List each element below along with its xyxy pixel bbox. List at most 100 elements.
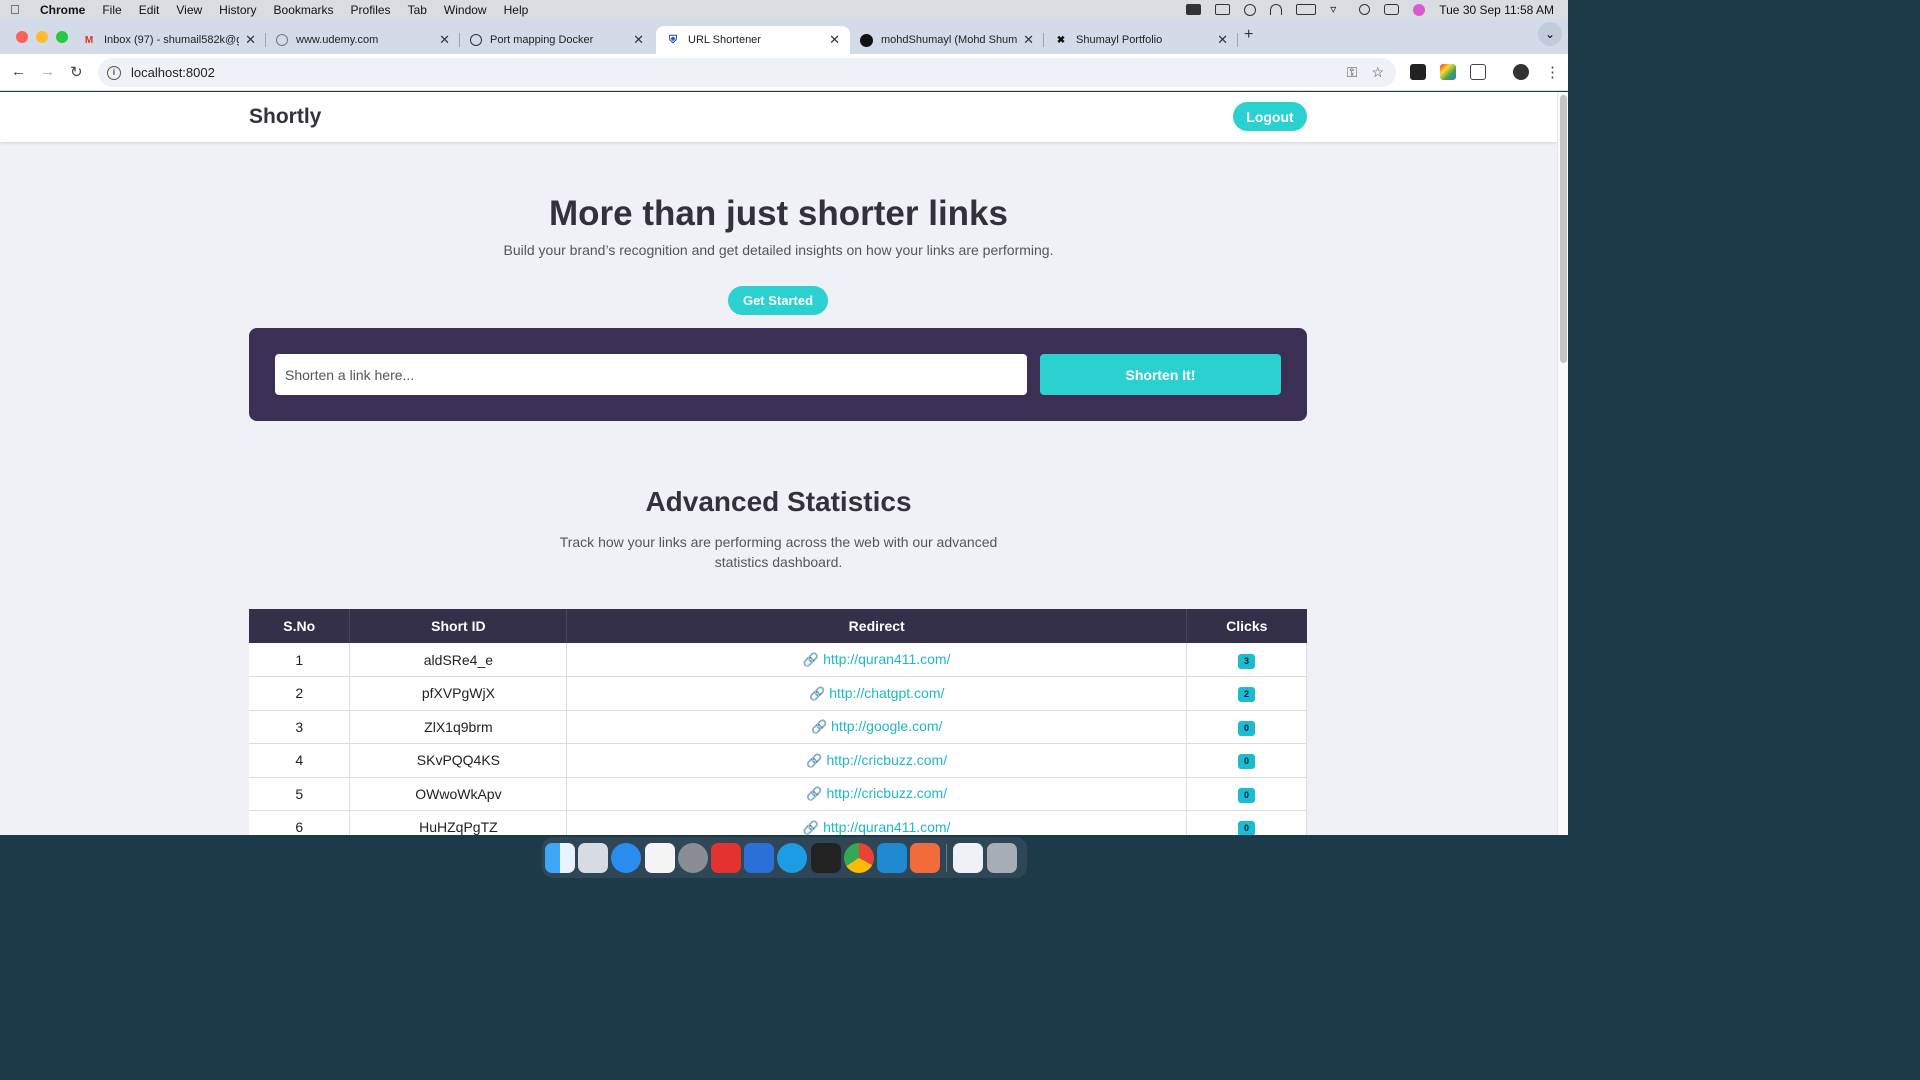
extension-colorpicker-icon[interactable] bbox=[1440, 64, 1456, 80]
hero-title: More than just shorter links bbox=[549, 194, 1008, 233]
close-tab-icon[interactable]: ✕ bbox=[829, 32, 840, 48]
site-info-icon[interactable]: i bbox=[107, 65, 121, 80]
apple-icon[interactable]:  bbox=[10, 2, 24, 17]
shield-icon: ⛨ bbox=[668, 33, 678, 46]
tab-portfolio[interactable]: ✖ Shumayl Portfolio ✕ bbox=[1044, 26, 1238, 54]
column-header-clicks: Clicks bbox=[1186, 609, 1307, 643]
cell-sno: 4 bbox=[249, 743, 351, 778]
tab-title: www.udemy.com bbox=[296, 34, 379, 46]
redirect-link[interactable]: http://chatgpt.com/ bbox=[829, 685, 944, 701]
anydesk-icon[interactable] bbox=[710, 842, 741, 873]
back-arrow-icon[interactable]: ← bbox=[11, 63, 26, 80]
vscode-icon[interactable] bbox=[876, 842, 907, 873]
redirect-link[interactable]: http://quran411.com/ bbox=[823, 651, 950, 667]
siri-icon[interactable] bbox=[1413, 3, 1426, 16]
docker-status-icon[interactable] bbox=[1186, 4, 1202, 15]
tab-title: Shumayl Portfolio bbox=[1076, 34, 1163, 46]
close-tab-icon[interactable]: ✕ bbox=[245, 32, 256, 48]
menu-bookmarks[interactable]: Bookmarks bbox=[274, 3, 334, 17]
macos-menu-bar:  Chrome File Edit View History Bookmark… bbox=[0, 0, 1568, 19]
extensions-puzzle-icon[interactable] bbox=[1470, 64, 1486, 80]
table-row: 2 pfXVPgWjX 🔗 http://chatgpt.com/ 2 bbox=[249, 676, 1307, 711]
tab-github[interactable]: mohdShumayl (Mohd Shumay ✕ bbox=[850, 26, 1044, 54]
new-tab-plus-icon[interactable]: + bbox=[1244, 26, 1253, 44]
launchpad-icon[interactable] bbox=[578, 842, 609, 873]
close-window-button[interactable] bbox=[16, 31, 28, 43]
menu-profiles[interactable]: Profiles bbox=[351, 3, 391, 17]
table-row: 6 HuHZqPgTZ 🔗 http://quran411.com/ 0 bbox=[249, 810, 1307, 835]
password-key-icon[interactable]: ⚿ bbox=[1347, 64, 1358, 81]
tab-search-chevron-icon[interactable]: ⌄ bbox=[1538, 22, 1562, 46]
play-icon[interactable] bbox=[1244, 3, 1257, 16]
extension-password-icon[interactable] bbox=[1410, 64, 1426, 80]
get-started-button[interactable]: Get Started bbox=[728, 286, 828, 315]
link-icon: 🔗 bbox=[806, 786, 823, 802]
forward-arrow-icon[interactable]: → bbox=[40, 63, 55, 80]
postman-icon[interactable] bbox=[910, 842, 941, 873]
address-bar[interactable]: i localhost:8002 ⚿ ☆ bbox=[98, 58, 1396, 87]
address-url[interactable]: localhost:8002 bbox=[131, 65, 215, 80]
docker-icon[interactable] bbox=[777, 842, 808, 873]
close-tab-icon[interactable]: ✕ bbox=[1023, 32, 1034, 48]
cell-clicks: 0 bbox=[1186, 710, 1307, 744]
browser-tab-strip: M Inbox (97) - shumail582k@gm ✕ www.udem… bbox=[0, 19, 1568, 54]
clicks-badge: 2 bbox=[1238, 687, 1256, 703]
site-logo[interactable]: Shortly bbox=[249, 105, 321, 129]
redirect-link[interactable]: http://quran411.com/ bbox=[823, 819, 950, 835]
finder-icon[interactable] bbox=[545, 842, 575, 873]
menu-window[interactable]: Window bbox=[444, 3, 487, 17]
cell-redirect: 🔗 http://quran411.com/ bbox=[566, 810, 1188, 835]
tab-url-shortener[interactable]: ⛨ URL Shortener ✕ bbox=[656, 26, 850, 54]
scrollbar-thumb[interactable] bbox=[1560, 95, 1567, 363]
shorten-url-input[interactable] bbox=[275, 354, 1027, 395]
menu-tab[interactable]: Tab bbox=[408, 3, 427, 17]
redirect-link[interactable]: http://cricbuzz.com/ bbox=[826, 785, 947, 801]
redirect-link[interactable]: http://cricbuzz.com/ bbox=[826, 752, 947, 768]
chrome-icon[interactable] bbox=[843, 842, 874, 873]
logout-button[interactable]: Logout bbox=[1233, 102, 1307, 131]
cell-sno: 2 bbox=[249, 676, 351, 711]
safari-icon[interactable] bbox=[611, 842, 642, 873]
cell-sno: 3 bbox=[249, 710, 351, 744]
terminal-icon[interactable] bbox=[810, 842, 841, 873]
reload-icon[interactable]: ↻ bbox=[70, 63, 83, 81]
display-icon[interactable] bbox=[1215, 4, 1231, 15]
tab-title: Inbox (97) - shumail582k@gm bbox=[104, 34, 240, 46]
menu-app-name[interactable]: Chrome bbox=[40, 3, 85, 17]
system-settings-icon[interactable] bbox=[677, 842, 708, 873]
wifi-icon[interactable]: ▿ bbox=[1330, 3, 1345, 15]
close-tab-icon[interactable]: ✕ bbox=[633, 32, 644, 48]
page-scrollbar[interactable] bbox=[1557, 92, 1568, 835]
profile-avatar-icon[interactable] bbox=[1513, 64, 1529, 80]
battery-icon[interactable] bbox=[1296, 4, 1317, 15]
browser-menu-kebab-icon[interactable]: ⋮ bbox=[1545, 63, 1560, 81]
cell-redirect: 🔗 http://chatgpt.com/ bbox=[566, 676, 1188, 711]
menu-history[interactable]: History bbox=[219, 3, 256, 17]
spotlight-search-icon[interactable] bbox=[1359, 4, 1371, 15]
control-center-icon[interactable] bbox=[1384, 4, 1400, 15]
clock[interactable]: Tue 30 Sep 11:58 AM bbox=[1439, 3, 1554, 17]
column-header-sno: S.No bbox=[249, 609, 351, 643]
tab-gmail[interactable]: M Inbox (97) - shumail582k@gm ✕ bbox=[72, 26, 266, 54]
magnet-app-icon[interactable] bbox=[953, 842, 984, 873]
minimize-window-button[interactable] bbox=[36, 31, 48, 43]
tab-chatgpt[interactable]: Port mapping Docker ✕ bbox=[460, 26, 654, 54]
tab-udemy[interactable]: www.udemy.com ✕ bbox=[266, 26, 460, 54]
menu-view[interactable]: View bbox=[176, 3, 202, 17]
headphones-icon[interactable] bbox=[1270, 4, 1283, 15]
trash-icon[interactable] bbox=[986, 842, 1017, 873]
menu-edit[interactable]: Edit bbox=[139, 3, 160, 17]
table-row: 4 SKvPQQ4KS 🔗 http://cricbuzz.com/ 0 bbox=[249, 743, 1307, 778]
close-tab-icon[interactable]: ✕ bbox=[1217, 32, 1228, 48]
shorten-button[interactable]: Shorten It! bbox=[1040, 354, 1281, 395]
bookmark-star-icon[interactable]: ☆ bbox=[1371, 64, 1384, 81]
menu-file[interactable]: File bbox=[102, 3, 121, 17]
cell-redirect: 🔗 http://cricbuzz.com/ bbox=[566, 777, 1188, 811]
textedit-icon[interactable] bbox=[644, 842, 675, 873]
xcode-icon[interactable] bbox=[744, 842, 775, 873]
menu-help[interactable]: Help bbox=[504, 3, 529, 17]
zoom-window-button[interactable] bbox=[56, 31, 68, 43]
redirect-link[interactable]: http://google.com/ bbox=[831, 718, 942, 734]
close-tab-icon[interactable]: ✕ bbox=[439, 32, 450, 48]
site-header: Shortly Logout bbox=[0, 92, 1557, 142]
